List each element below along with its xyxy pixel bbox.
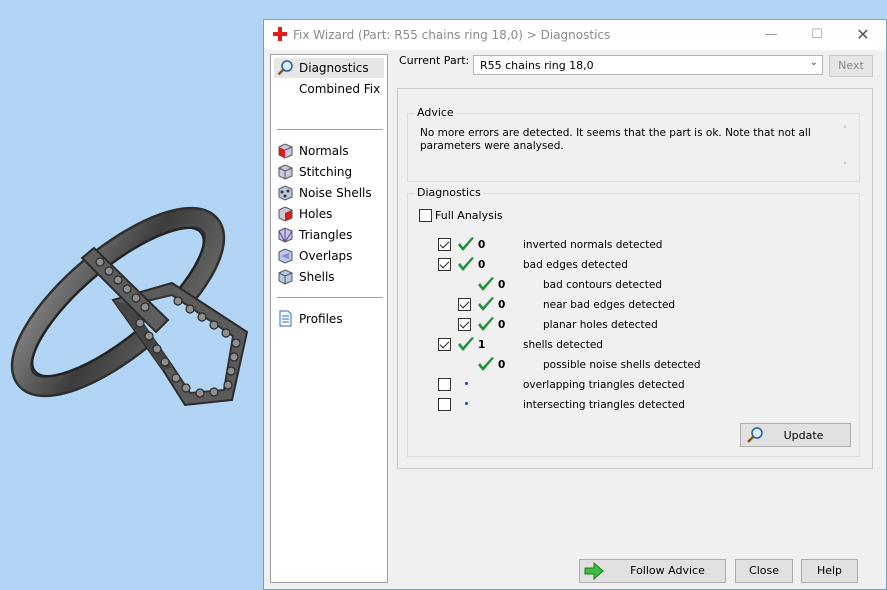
nav-separator (277, 129, 383, 130)
next-button[interactable]: Next (829, 55, 873, 77)
red-cross-icon (273, 27, 287, 41)
nav-item-shells[interactable]: Shells (274, 267, 384, 287)
holes-cube-icon (278, 206, 293, 222)
advice-scrollbar[interactable]: ˄ ˅ (839, 126, 851, 172)
row-checkbox[interactable] (438, 258, 451, 271)
row-checkbox[interactable] (438, 378, 451, 391)
nav-item-combined-fix[interactable]: Combined Fix (274, 79, 384, 99)
row-checkbox[interactable] (458, 298, 471, 311)
green-check-icon (478, 277, 494, 291)
advice-title: Advice (415, 106, 456, 119)
nav-separator (277, 297, 383, 298)
diagnostics-group: Diagnostics Full Analysis 0 inverted nor… (407, 186, 860, 457)
diag-row-bad-contours: 0 bad contours detected (408, 276, 848, 294)
current-part-label: Current Part: (399, 54, 470, 67)
green-check-icon (458, 237, 474, 251)
green-check-icon (478, 357, 494, 371)
magnifier-icon (277, 60, 293, 76)
ring-model (10, 206, 249, 407)
scroll-up-icon[interactable]: ˄ (839, 126, 851, 136)
nav-item-diagnostics[interactable]: Diagnostics (274, 58, 384, 78)
full-analysis-label: Full Analysis (435, 209, 503, 222)
diagnostics-title: Diagnostics (415, 186, 483, 199)
shells-icon (278, 269, 293, 285)
nav-item-holes[interactable]: Holes (274, 204, 384, 224)
green-check-icon (458, 257, 474, 271)
green-check-icon (458, 337, 474, 351)
diag-row-noise-shells: 0 possible noise shells detected (408, 356, 848, 374)
diag-row-intersecting-triangles: intersecting triangles detected (408, 396, 848, 414)
3d-viewport[interactable] (0, 0, 263, 590)
pending-dot-icon (465, 402, 468, 405)
title-bar: Fix Wizard (Part: R55 chains ring 18,0) … (264, 20, 886, 50)
row-checkbox[interactable] (458, 318, 471, 331)
green-check-icon (478, 317, 494, 331)
diag-row-overlapping-triangles: overlapping triangles detected (408, 376, 848, 394)
nav-item-profiles[interactable]: Profiles (274, 309, 384, 329)
help-button[interactable]: Help (801, 559, 858, 583)
diagnostics-panel: Advice No more errors are detected. It s… (397, 88, 873, 469)
update-button[interactable]: Update (740, 423, 851, 447)
close-window-button[interactable]: ✕ (840, 20, 886, 50)
diag-row-near-bad-edges: 0 near bad edges detected (408, 296, 848, 314)
diag-row-shells: 1 shells detected (408, 336, 848, 354)
window-title: Fix Wizard (Part: R55 chains ring 18,0) … (293, 28, 611, 42)
green-check-icon (478, 297, 494, 311)
diag-row-inverted-normals: 0 inverted normals detected (408, 236, 848, 254)
minimize-button[interactable]: — (748, 20, 794, 50)
chevron-down-icon: ⌄ (809, 57, 818, 68)
full-analysis-checkbox[interactable] (419, 209, 432, 222)
nav-item-overlaps[interactable]: Overlaps (274, 246, 384, 266)
diag-row-planar-holes: 0 planar holes detected (408, 316, 848, 334)
wizard-nav: Diagnostics Combined Fix Normals Stitchi… (270, 54, 388, 583)
noise-shells-icon (278, 185, 293, 201)
row-checkbox[interactable] (438, 338, 451, 351)
nav-item-normals[interactable]: Normals (274, 141, 384, 161)
profile-document-icon (279, 310, 292, 327)
triangles-icon (278, 227, 293, 243)
current-part-value: R55 chains ring 18,0 (480, 59, 594, 72)
advice-group: Advice No more errors are detected. It s… (407, 106, 860, 182)
diag-row-bad-edges: 0 bad edges detected (408, 256, 848, 274)
stitching-cube-icon (278, 164, 293, 180)
advice-text: No more errors are detected. It seems th… (420, 127, 811, 152)
nav-item-stitching[interactable]: Stitching (274, 162, 384, 182)
overlaps-icon (278, 248, 293, 264)
scroll-down-icon[interactable]: ˅ (839, 162, 851, 172)
close-button[interactable]: Close (735, 559, 793, 583)
follow-advice-button[interactable]: Follow Advice (579, 559, 726, 583)
nav-item-noise-shells[interactable]: Noise Shells (274, 183, 384, 203)
maximize-button[interactable]: ☐ (794, 20, 840, 50)
fix-wizard-window: Fix Wizard (Part: R55 chains ring 18,0) … (263, 19, 887, 590)
current-part-select[interactable]: R55 chains ring 18,0 ⌄ (473, 55, 823, 75)
pending-dot-icon (465, 382, 468, 385)
nav-item-triangles[interactable]: Triangles (274, 225, 384, 245)
row-checkbox[interactable] (438, 398, 451, 411)
green-arrow-icon (584, 562, 604, 580)
normals-cube-icon (278, 143, 293, 159)
row-checkbox[interactable] (438, 238, 451, 251)
